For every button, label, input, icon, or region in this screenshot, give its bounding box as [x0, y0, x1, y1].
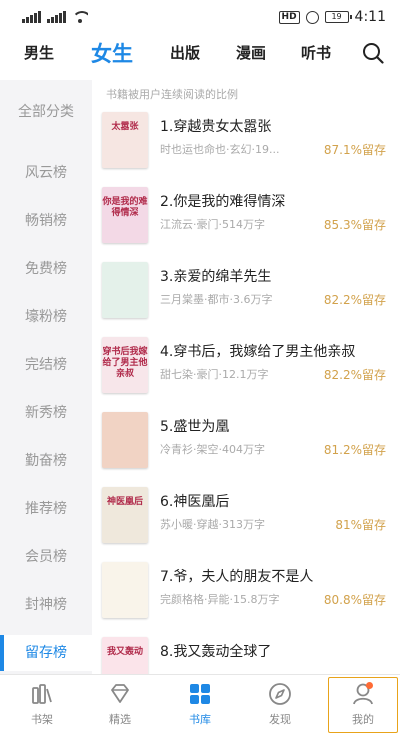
- book-meta-7: 完颜格格·异能·15.8万字: [160, 593, 280, 606]
- clock: 4:11: [354, 9, 386, 25]
- book-meta-2: 江流云·豪门·514万字: [160, 218, 265, 231]
- book-row-6[interactable]: 神医凰后 6.神医凰后 苏小暖·穿越·313万字 81%留存: [92, 487, 400, 562]
- status-right: HD 19 4:11: [278, 9, 386, 25]
- top-tabs: 男生 女生 出版 漫画 听书: [0, 34, 400, 78]
- book-meta-5: 冷青衫·架空·404万字: [160, 443, 265, 456]
- book-meta-6: 苏小暖·穿越·313万字: [160, 518, 265, 531]
- book-list: 书籍被用户连续阅读的比例 太嚣张 1.穿越贵女太嚣张 时也运也命也·玄幻·19.…: [92, 80, 400, 674]
- book-rate-4: 82.2%留存: [323, 368, 386, 382]
- book-row-1[interactable]: 太嚣张 1.穿越贵女太嚣张 时也运也命也·玄幻·19... 87.1%留存: [92, 112, 400, 187]
- nav-label-library: 书库: [189, 713, 211, 726]
- book-row-7[interactable]: 7.爷，夫人的朋友不是人 完颜格格·异能·15.8万字 80.8%留存: [92, 562, 400, 637]
- book-title-8: 8.我又轰动全球了: [160, 644, 272, 660]
- wifi-icon: [72, 11, 88, 23]
- diamond-icon: [111, 684, 129, 703]
- sidebar-item-retention[interactable]: 留存榜: [0, 635, 92, 671]
- book-cover-4: 穿书后我嫁给了男主他亲叔: [102, 337, 148, 393]
- sidebar-item-newcomer[interactable]: 新秀榜: [0, 395, 92, 431]
- tab-publish[interactable]: 出版: [170, 42, 200, 63]
- book-cover-3: [102, 262, 148, 318]
- nav-label-profile: 我的: [352, 713, 374, 726]
- network-badge: HD: [278, 10, 300, 24]
- book-rate-5: 81.2%留存: [323, 443, 386, 457]
- book-row-2[interactable]: 你是我的难得情深 2.你是我的难得情深 江流云·豪门·514万字 85.3%留存: [92, 187, 400, 262]
- list-caption: 书籍被用户连续阅读的比例: [106, 88, 238, 101]
- book-cover-7: [102, 562, 148, 618]
- nav-bookshelf[interactable]: 书架: [12, 681, 72, 727]
- book-title-7: 7.爷，夫人的朋友不是人: [160, 569, 314, 585]
- nav-featured[interactable]: 精选: [90, 681, 150, 727]
- sidebar-item-member[interactable]: 会员榜: [0, 539, 92, 575]
- notification-dot: [366, 682, 373, 689]
- nav-profile[interactable]: 我的: [333, 681, 393, 727]
- book-title-5: 5.盛世为凰: [160, 419, 230, 435]
- compass-icon: [269, 683, 291, 705]
- tab-female[interactable]: 女生: [91, 38, 133, 68]
- grid-icon: [190, 684, 210, 704]
- book-rate-6: 81%留存: [335, 518, 386, 532]
- book-title-6: 6.神医凰后: [160, 494, 230, 510]
- book-cover-6: 神医凰后: [102, 487, 148, 543]
- sidebar-item-fans[interactable]: 壕粉榜: [0, 299, 92, 335]
- book-cover-8: 我又轰动: [102, 637, 148, 674]
- battery-icon: 19: [324, 11, 352, 23]
- sidebar-item-fengyun[interactable]: 风云榜: [0, 155, 92, 191]
- nav-label-bookshelf: 书架: [31, 713, 53, 726]
- sidebar-item-completed[interactable]: 完结榜: [0, 347, 92, 383]
- book-row-8[interactable]: 我又轰动 8.我又轰动全球了: [92, 637, 400, 674]
- search-icon[interactable]: [362, 42, 384, 64]
- bottom-nav: 书架 精选 书库 发现 我的: [0, 674, 400, 733]
- book-cover-2: 你是我的难得情深: [102, 187, 148, 243]
- sidebar: 全部分类 风云榜 畅销榜 免费榜 壕粉榜 完结榜 新秀榜 勤奋榜 推荐榜 会员榜…: [0, 80, 92, 674]
- book-row-4[interactable]: 穿书后我嫁给了男主他亲叔 4.穿书后，我嫁给了男主他亲叔 甜七染·豪门·12.1…: [92, 337, 400, 412]
- signal-icon-2: [47, 11, 66, 23]
- book-meta-4: 甜七染·豪门·12.1万字: [160, 368, 269, 381]
- bookshelf-icon: [32, 684, 52, 704]
- book-cover-1: 太嚣张: [102, 112, 148, 168]
- signal-icon: [22, 11, 41, 23]
- sidebar-item-diligent[interactable]: 勤奋榜: [0, 443, 92, 479]
- book-rate-2: 85.3%留存: [323, 218, 386, 232]
- sidebar-item-free[interactable]: 免费榜: [0, 251, 92, 287]
- alarm-icon: [305, 10, 319, 24]
- book-title-4: 4.穿书后，我嫁给了男主他亲叔: [160, 344, 356, 360]
- nav-discover[interactable]: 发现: [250, 681, 310, 727]
- book-row-5[interactable]: 5.盛世为凰 冷青衫·架空·404万字 81.2%留存: [92, 412, 400, 487]
- sidebar-item-bestseller[interactable]: 畅销榜: [0, 203, 92, 239]
- status-left: [22, 11, 88, 23]
- nav-library[interactable]: 书库: [170, 681, 230, 727]
- book-title-2: 2.你是我的难得情深: [160, 194, 286, 210]
- status-bar: HD 19 4:11: [0, 0, 400, 34]
- tab-audiobooks[interactable]: 听书: [301, 42, 331, 63]
- tab-male[interactable]: 男生: [24, 42, 54, 63]
- book-rate-3: 82.2%留存: [323, 293, 386, 307]
- sidebar-item-fengshen[interactable]: 封神榜: [0, 587, 92, 623]
- nav-label-discover: 发现: [269, 713, 291, 726]
- book-row-3[interactable]: 3.亲爱的绵羊先生 三月棠墨·都市·3.6万字 82.2%留存: [92, 262, 400, 337]
- book-title-3: 3.亲爱的绵羊先生: [160, 269, 272, 285]
- sidebar-item-recommend[interactable]: 推荐榜: [0, 491, 92, 527]
- tab-comics[interactable]: 漫画: [236, 42, 266, 63]
- book-meta-3: 三月棠墨·都市·3.6万字: [160, 293, 273, 306]
- book-rate-7: 80.8%留存: [323, 593, 386, 607]
- nav-label-featured: 精选: [109, 713, 131, 726]
- book-meta-1: 时也运也命也·玄幻·19...: [160, 143, 280, 156]
- book-title-1: 1.穿越贵女太嚣张: [160, 119, 272, 135]
- book-cover-5: [102, 412, 148, 468]
- book-rate-1: 87.1%留存: [323, 143, 386, 157]
- sidebar-item-all[interactable]: 全部分类: [0, 94, 92, 130]
